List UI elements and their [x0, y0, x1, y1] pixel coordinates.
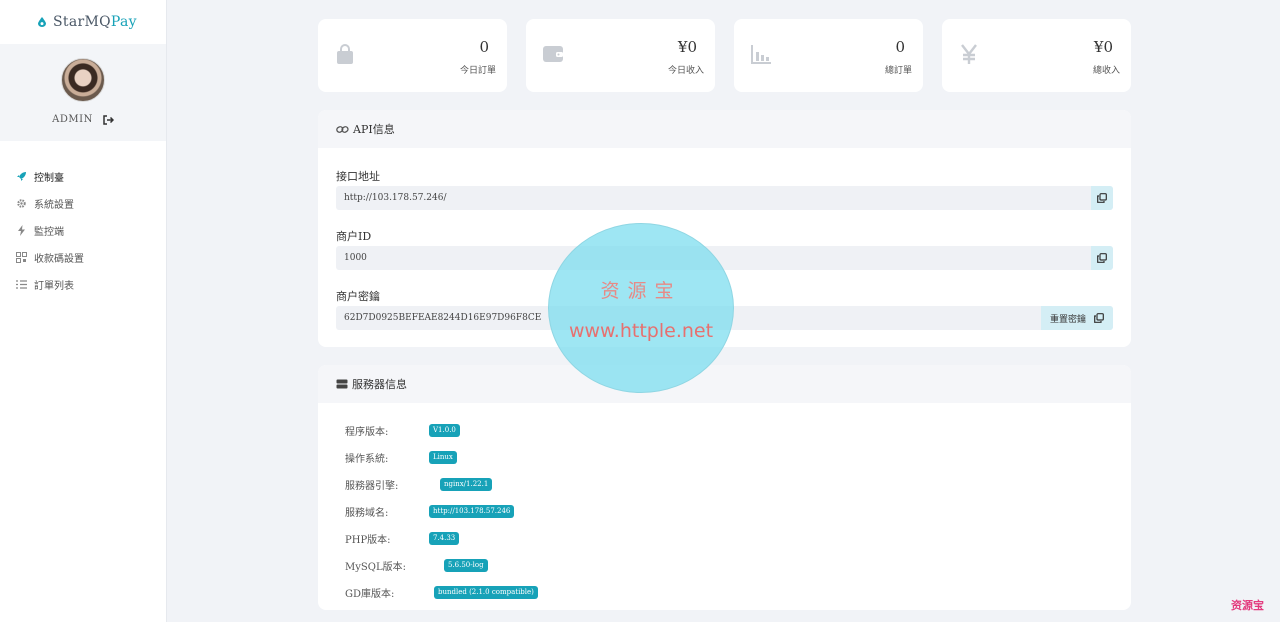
- sidebar-item-label: 控制臺: [34, 173, 64, 184]
- sidebar-item-dashboard[interactable]: 控制臺: [0, 163, 166, 190]
- logout-icon[interactable]: [103, 114, 114, 125]
- bar-chart-icon: [751, 45, 771, 64]
- server-icon: [336, 379, 348, 389]
- brand-name-accent: Pay: [110, 14, 137, 30]
- copy-icon: [1094, 313, 1104, 323]
- stat-label: 今日訂單: [459, 66, 496, 76]
- corner-watermark: 资源宝: [1231, 599, 1264, 612]
- stat-label: 總訂單: [884, 66, 912, 76]
- sidebar-item-qrcode[interactable]: 收款碼設置: [0, 244, 166, 271]
- stat-value: ¥0: [1093, 38, 1113, 56]
- username: ADMIN: [52, 114, 93, 125]
- merchant-id-label: 商户ID: [336, 230, 372, 243]
- sidebar-item-label: 監控端: [34, 227, 64, 238]
- merchant-key-label: 商户密鑰: [336, 290, 380, 303]
- sidebar-item-label: 收款碼設置: [34, 254, 84, 265]
- reset-key-button[interactable]: 重置密鑰: [1041, 306, 1113, 330]
- bag-icon: [337, 44, 353, 64]
- info-badge: bundled (2.1.0 compatible): [434, 586, 538, 599]
- info-badge: 5.6.50-log: [444, 559, 488, 572]
- info-label: 服務域名:: [345, 508, 389, 519]
- merchant-id-field[interactable]: 1000: [336, 246, 1113, 270]
- info-badge: nginx/1.22.1: [440, 478, 493, 491]
- copy-merchant-id-button[interactable]: [1091, 246, 1113, 270]
- stat-card-today-income: ¥0 今日收入: [526, 19, 715, 92]
- sidebar-item-monitor[interactable]: 監控端: [0, 217, 166, 244]
- gear-icon: [16, 198, 27, 209]
- list-icon: [16, 279, 27, 290]
- copy-icon: [1097, 193, 1107, 203]
- info-label: MySQL版本:: [345, 562, 406, 573]
- endpoint-field[interactable]: http://103.178.57.246/: [336, 186, 1113, 210]
- stat-label: 今日收入: [667, 66, 704, 76]
- stat-value: 0: [479, 38, 489, 56]
- copy-icon: [1097, 253, 1107, 263]
- server-panel-header: 服務器信息: [318, 365, 1131, 403]
- api-panel-title: API信息: [353, 123, 395, 136]
- stat-value: ¥0: [677, 38, 697, 56]
- merchant-key-value: 62D7D0925BEFEAE8244D16E97D96F8CE: [344, 313, 542, 323]
- watermark-url: www.httple.net: [568, 320, 714, 342]
- endpoint-value: http://103.178.57.246/: [344, 193, 447, 203]
- server-info-panel: 服務器信息 程序版本: V1.0.0 操作系統: Linux 服務器引擎: ng…: [318, 365, 1131, 610]
- server-panel-title: 服務器信息: [352, 378, 407, 391]
- info-label: 程序版本:: [345, 427, 389, 438]
- info-badge: 7.4.33: [429, 532, 460, 545]
- watermark-text: 资源宝: [600, 280, 682, 302]
- sidebar-item-label: 系統設置: [34, 200, 74, 211]
- brand-logo[interactable]: StarMQ Pay: [0, 0, 166, 44]
- drop-icon: [38, 17, 46, 27]
- stat-card-total-income: ¥0 總收入: [942, 19, 1131, 92]
- info-label: PHP版本:: [345, 535, 391, 546]
- watermark-circle: 资源宝 www.httple.net: [548, 223, 734, 393]
- info-badge: V1.0.0: [429, 424, 460, 437]
- reset-key-label: 重置密鑰: [1049, 314, 1086, 325]
- info-label: GD庫版本:: [345, 589, 395, 600]
- merchant-id-value: 1000: [344, 253, 367, 263]
- rocket-icon: [16, 171, 27, 182]
- bolt-icon: [16, 225, 27, 236]
- yen-icon: [961, 44, 977, 64]
- info-badge: http://103.178.57.246: [429, 505, 515, 518]
- stat-card-total-orders: 0 總訂單: [734, 19, 923, 92]
- stat-value: 0: [895, 38, 905, 56]
- copy-endpoint-button[interactable]: [1091, 186, 1113, 210]
- brand-name: StarMQ: [53, 14, 111, 30]
- sidebar-item-settings[interactable]: 系統設置: [0, 190, 166, 217]
- sidebar-nav: 控制臺 系統設置 監控端 收款碼設置 訂單列表: [0, 163, 166, 298]
- wallet-icon: [543, 46, 563, 62]
- info-label: 操作系統:: [345, 454, 389, 465]
- stat-label: 總收入: [1092, 66, 1120, 76]
- endpoint-label: 接口地址: [336, 170, 380, 183]
- avatar[interactable]: [61, 58, 105, 102]
- user-profile: ADMIN: [0, 44, 166, 141]
- sidebar-item-label: 訂單列表: [34, 281, 74, 292]
- sidebar-item-orders[interactable]: 訂單列表: [0, 271, 166, 298]
- qrcode-icon: [16, 252, 27, 263]
- info-label: 服務器引擎:: [345, 481, 399, 492]
- link-icon: [336, 125, 349, 133]
- info-badge: Linux: [429, 451, 457, 464]
- api-panel-header: API信息: [318, 110, 1131, 148]
- stat-card-today-orders: 0 今日訂單: [318, 19, 507, 92]
- sidebar: StarMQ Pay ADMIN 控制臺 系統設置 監控端 收款碼設置 訂單列表: [0, 0, 167, 622]
